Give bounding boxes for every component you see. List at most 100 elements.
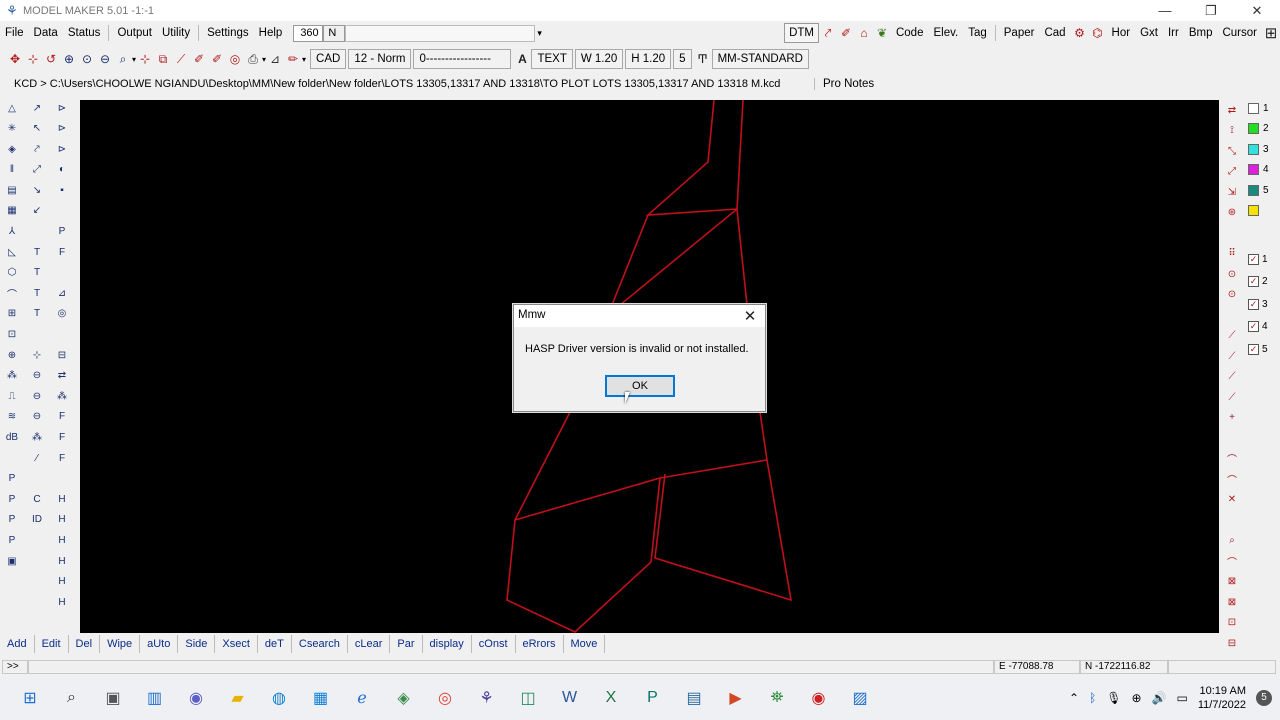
command-button-display[interactable]: display	[423, 635, 472, 653]
menu-status[interactable]: Status	[63, 27, 106, 39]
command-button-csearch[interactable]: Csearch	[292, 635, 348, 653]
north-field[interactable]: N	[323, 24, 346, 42]
measure-icon[interactable]: ⊿	[266, 50, 284, 68]
checkbox[interactable]: ✓	[1248, 343, 1259, 355]
tool-b-2[interactable]: ⤤	[26, 139, 48, 159]
right-tool-25[interactable]: ⊡	[1222, 613, 1242, 634]
tool-a-11[interactable]: ⊡	[1, 325, 23, 345]
command-button-const[interactable]: cOnst	[472, 635, 516, 653]
right-tool-19[interactable]: ✕	[1222, 490, 1242, 511]
tool-a-4[interactable]: ▤	[1, 180, 23, 200]
visibility-check-row[interactable]: ✓ 5	[1248, 338, 1280, 361]
layer-row[interactable]: 1	[1248, 98, 1280, 119]
tool-a-22[interactable]: ▣	[1, 551, 23, 571]
tool-c-13[interactable]: ⇄	[51, 366, 73, 386]
tool-c-7[interactable]: F	[51, 242, 73, 262]
image-viewer-icon[interactable]: ◫	[512, 682, 544, 714]
command-button-move[interactable]: Move	[564, 635, 606, 653]
layer-row[interactable]: 4	[1248, 160, 1280, 181]
tool-c-24[interactable]: H	[51, 592, 73, 612]
tool-a-15[interactable]: ≋	[1, 407, 23, 427]
layer-color-swatch[interactable]	[1248, 143, 1259, 155]
gxt-button[interactable]: Gxt	[1135, 23, 1163, 43]
ok-button[interactable]: OK	[605, 375, 675, 397]
tool-c-12[interactable]: ⊟	[51, 345, 73, 365]
close-window-button[interactable]: ✕	[1234, 0, 1280, 21]
cad-settings-icon[interactable]: ⚙	[1071, 24, 1089, 42]
right-tool-13[interactable]: ⟋	[1222, 367, 1242, 388]
search-icon[interactable]: ⌕	[56, 682, 88, 714]
tool-c-3[interactable]: ◐	[51, 160, 73, 180]
command-button-auto[interactable]: aUto	[140, 635, 179, 653]
right-tool-22[interactable]: ⌒	[1222, 551, 1242, 572]
tool-a-19[interactable]: P	[1, 489, 23, 509]
text-width-field[interactable]: W 1.20	[574, 49, 624, 69]
network-icon[interactable]: ⊕	[1132, 691, 1142, 705]
tool-b-3[interactable]: ⤢	[26, 160, 48, 180]
recorder-icon[interactable]: ◉	[803, 682, 835, 714]
pen-select[interactable]: 12 - Norm	[348, 49, 412, 69]
tool-a-5[interactable]: ▦	[1, 201, 23, 221]
layer-row[interactable]: 2	[1248, 119, 1280, 140]
right-tool-15[interactable]: +	[1222, 408, 1242, 429]
tag-button[interactable]: Tag	[963, 23, 992, 43]
print-icon[interactable]: ⎙	[244, 50, 262, 68]
tool-c-17[interactable]: F	[51, 448, 73, 468]
zoom-out-icon[interactable]: ⊖	[96, 50, 114, 68]
right-tool-12[interactable]: ⟋	[1222, 346, 1242, 367]
bmp-button[interactable]: Bmp	[1184, 23, 1218, 43]
chrome-icon[interactable]: ◎	[429, 682, 461, 714]
menu-utility[interactable]: Utility	[157, 27, 195, 39]
right-tool-7[interactable]: ⠿	[1222, 244, 1242, 265]
right-tool-4[interactable]: ⇲	[1222, 182, 1242, 203]
widgets-icon[interactable]: ▥	[139, 682, 171, 714]
notification-badge[interactable]: 5	[1256, 689, 1272, 706]
tool-a-10[interactable]: ⊞	[1, 304, 23, 324]
tool-b-17[interactable]: ⁄	[26, 448, 48, 468]
right-tool-1[interactable]: ⟟	[1222, 121, 1242, 142]
cad-mode-button[interactable]: CAD	[310, 49, 347, 69]
paper-button[interactable]: Paper	[999, 23, 1040, 43]
linestyle-select[interactable]: 0-----------------	[413, 49, 512, 69]
tool-a-20[interactable]: P	[1, 510, 23, 530]
command-button-errors[interactable]: eRrors	[516, 635, 564, 653]
tool-a-6[interactable]: ⅄	[1, 222, 23, 242]
hor-button[interactable]: Hor	[1107, 23, 1136, 43]
file-explorer-icon[interactable]: ▰	[222, 682, 254, 714]
edge-icon[interactable]: ◍	[263, 682, 295, 714]
command-button-wipe[interactable]: Wipe	[100, 635, 141, 653]
command-button-par[interactable]: Par	[390, 635, 423, 653]
tool-a-7[interactable]: ◺	[1, 242, 23, 262]
tool-b-12[interactable]: ⊹	[26, 345, 48, 365]
clock[interactable]: 10:19 AM 11/7/2022	[1198, 684, 1246, 712]
line-icon[interactable]: ⟋	[172, 50, 190, 68]
tool-c-20[interactable]: H	[51, 510, 73, 530]
rotate-icon[interactable]: ↺	[42, 50, 60, 68]
tool-a-3[interactable]: ‖	[1, 160, 23, 180]
microphone-icon[interactable]: 🎙	[1106, 691, 1121, 705]
tool-c-10[interactable]: ◎	[51, 304, 73, 324]
right-tool-5[interactable]: ⊛	[1222, 203, 1242, 224]
tool-c-23[interactable]: H	[51, 572, 73, 592]
tool-a-0[interactable]: △	[1, 98, 23, 118]
tool-c-6[interactable]: P	[51, 222, 73, 242]
tool-a-1[interactable]: ✳	[1, 119, 23, 139]
dtm-button[interactable]: DTM	[784, 23, 819, 43]
pen-check-icon[interactable]: ✐	[837, 24, 855, 42]
store-icon[interactable]: ▦	[305, 682, 337, 714]
select-icon[interactable]: ⊹	[136, 50, 154, 68]
network-icon[interactable]: ⛯	[761, 682, 793, 714]
tool-a-2[interactable]: ◈	[1, 139, 23, 159]
command-button-xsect[interactable]: Xsect	[215, 635, 258, 653]
elev-button[interactable]: Elev.	[928, 23, 963, 43]
tool-b-10[interactable]: T	[26, 304, 48, 324]
right-tool-2[interactable]: ⤡	[1222, 141, 1242, 162]
code-button[interactable]: Code	[891, 23, 929, 43]
checkbox[interactable]: ✓	[1248, 253, 1259, 265]
tool-c-21[interactable]: H	[51, 530, 73, 550]
tool-c-19[interactable]: H	[51, 489, 73, 509]
right-tool-21[interactable]: ⌕	[1222, 531, 1242, 552]
tool-c-1[interactable]: ⊳	[51, 119, 73, 139]
pro-notes-button[interactable]: Pro Notes	[814, 78, 882, 90]
tool-c-9[interactable]: ⊿	[51, 283, 73, 303]
